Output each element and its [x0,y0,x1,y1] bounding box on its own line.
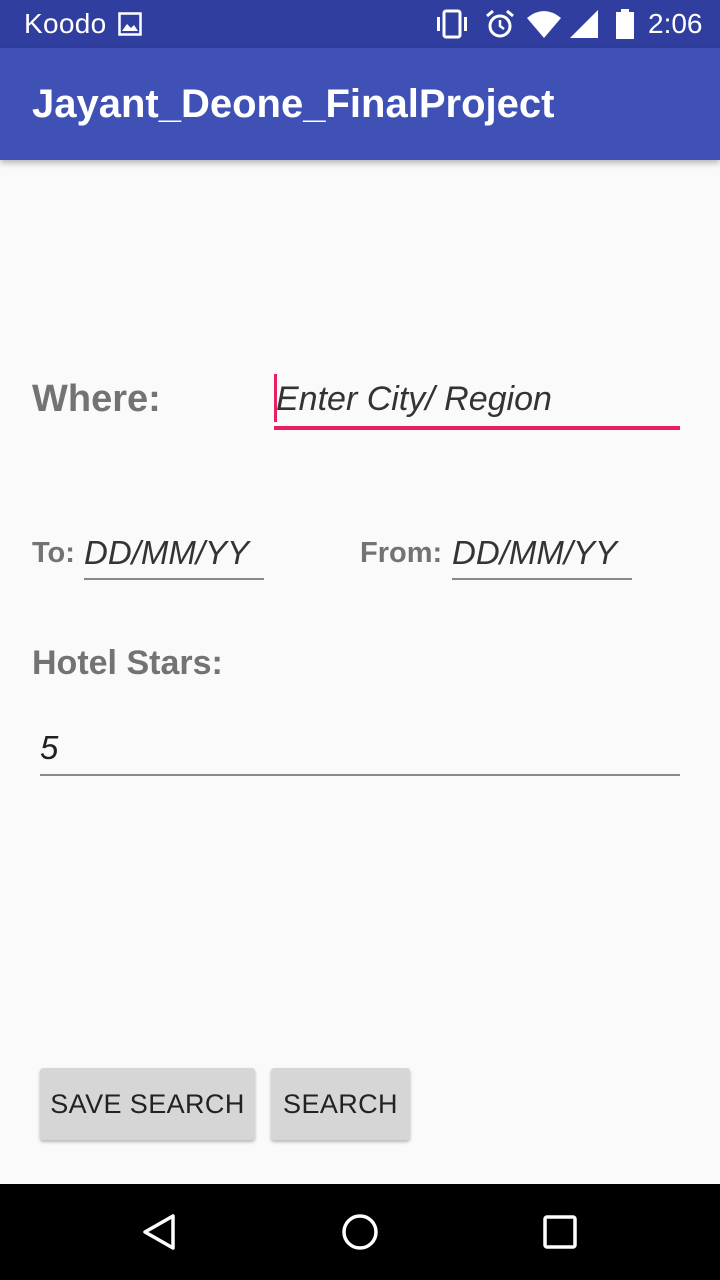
battery-icon [616,9,634,39]
hotel-stars-input[interactable] [40,722,680,776]
to-date-input[interactable] [84,528,264,580]
navigation-bar [0,1184,720,1280]
to-label: To: [32,537,75,569]
wifi-icon [527,11,561,38]
from-label: From: [360,537,443,569]
city-region-input[interactable] [274,372,680,430]
text-cursor [274,374,277,422]
save-search-button[interactable]: SAVE SEARCH [40,1068,255,1140]
app-bar: Jayant_Deone_FinalProject [0,48,720,160]
where-label: Where: [32,378,161,420]
signal-icon [570,10,598,38]
search-button[interactable]: SEARCH [271,1068,410,1140]
carrier-name: Koodo [24,8,107,39]
recents-icon[interactable] [540,1212,580,1252]
app-title: Jayant_Deone_FinalProject [32,82,555,126]
home-icon[interactable] [340,1212,380,1252]
vibrate-icon [437,9,467,39]
from-date-input[interactable] [452,528,632,580]
status-bar: Koodo 2:06 [0,0,720,48]
alarm-icon [486,9,514,38]
back-icon[interactable] [140,1212,180,1252]
hotel-stars-label: Hotel Stars: [32,644,223,682]
clock: 2:06 [648,8,703,39]
gallery-icon [118,12,142,36]
